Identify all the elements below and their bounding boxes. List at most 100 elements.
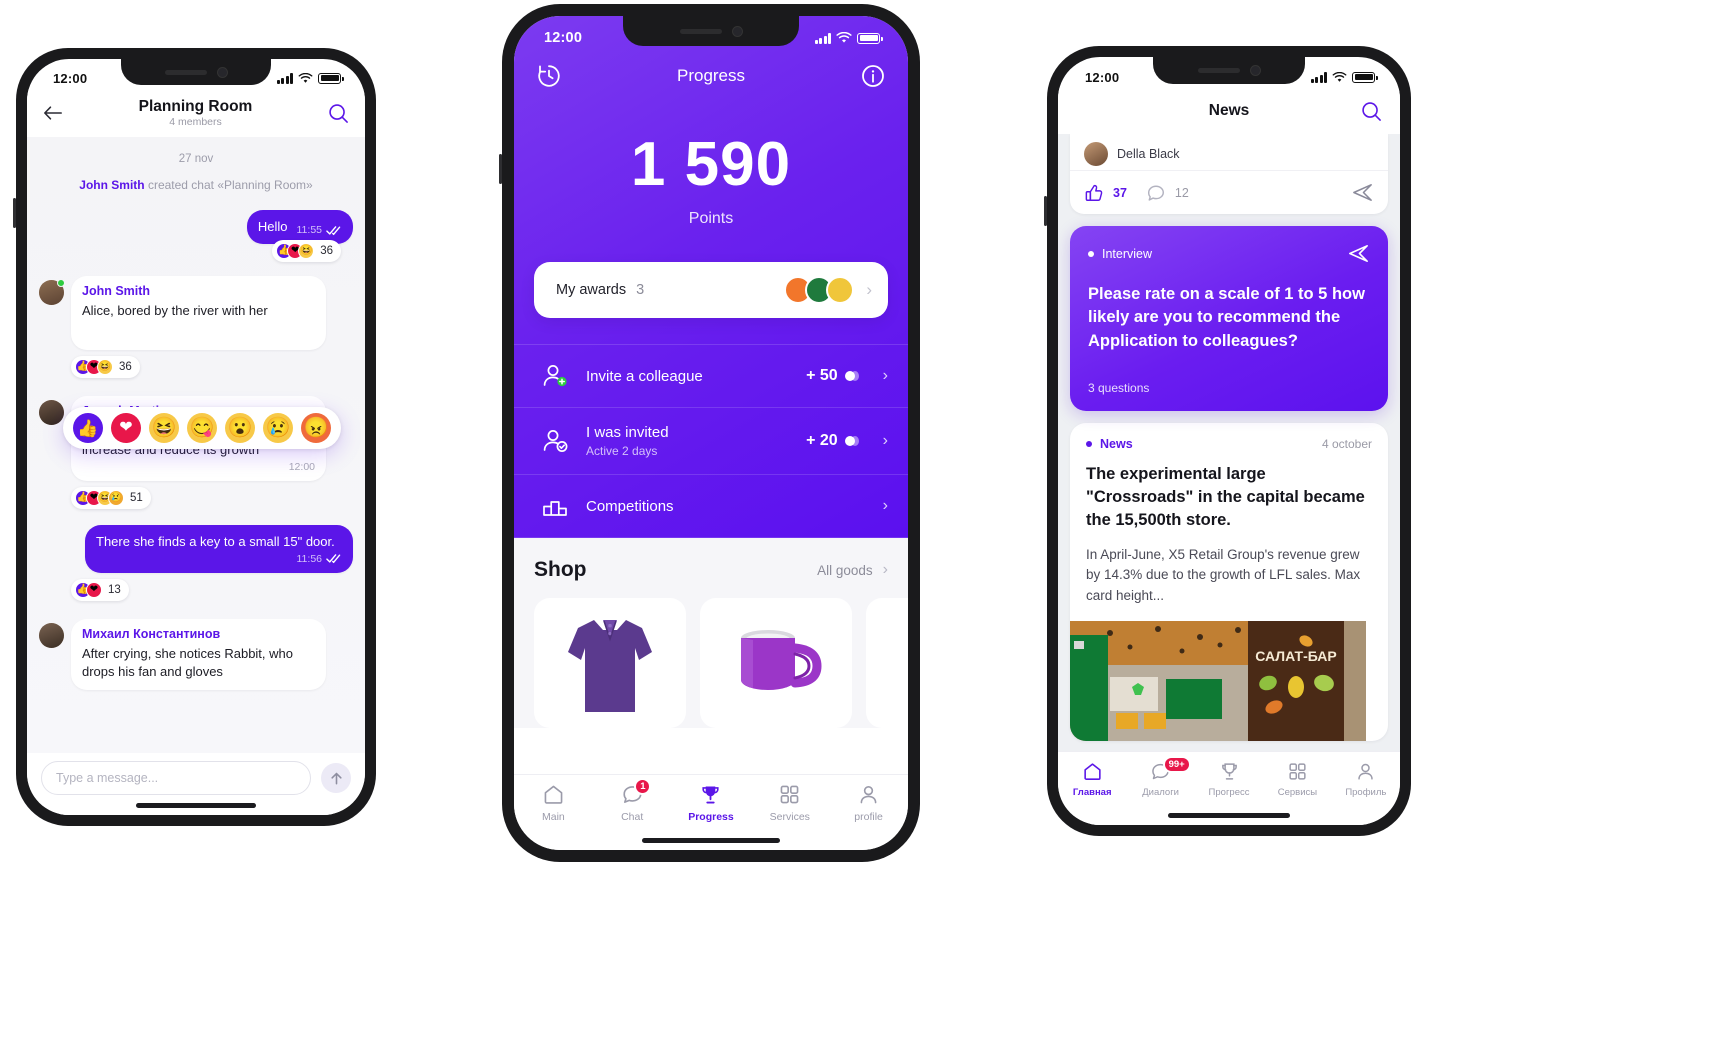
task-title: I was invited [586, 424, 669, 441]
task-invite-colleague[interactable]: Invite a colleague + 50 › [514, 344, 908, 407]
front-camera-icon [1249, 65, 1261, 76]
tab-home-ru[interactable]: Главная [1058, 761, 1126, 798]
tab-profile[interactable]: profile [829, 783, 908, 823]
comment-icon[interactable] [1146, 183, 1166, 203]
my-awards-card[interactable]: My awards 3 › [534, 262, 888, 318]
reaction-option-smile[interactable]: 😋 [187, 413, 217, 443]
survey-tag-dot-icon [1088, 250, 1094, 257]
task-title: Invite a colleague [586, 367, 703, 385]
tab-chat[interactable]: 1 Chat [593, 778, 672, 823]
tab-label: Сервисы [1277, 787, 1318, 798]
reaction-option-like[interactable]: 👍 [73, 413, 103, 443]
tab-services-ru[interactable]: Сервисы [1263, 761, 1331, 798]
chat-bubble-incoming[interactable]: Михаил Константинов After crying, she no… [71, 618, 326, 690]
earpiece-speaker [164, 69, 207, 75]
reaction-count: 13 [108, 583, 121, 596]
task-competitions[interactable]: Competitions › [514, 474, 908, 538]
thumbs-up-icon[interactable] [1084, 183, 1104, 203]
reaction-chip[interactable]: 👍 ❤ 13 [71, 578, 129, 601]
progress-navbar: Progress [514, 50, 908, 102]
reaction-option-wow[interactable]: 😮 [225, 413, 255, 443]
reaction-picker[interactable]: 👍 ❤ 😆 😋 😮 😢 😠 [63, 407, 341, 449]
search-icon [1362, 101, 1381, 121]
product-card-polo-shirt[interactable] [534, 598, 686, 728]
reaction-option-sad[interactable]: 😢 [263, 413, 293, 443]
phone3-notch [1153, 57, 1305, 84]
shop-title: Shop [534, 558, 587, 581]
task-points-value: + 20 [806, 432, 838, 449]
coin-icon [844, 371, 859, 381]
tab-progress[interactable]: Progress [672, 783, 751, 823]
chat-header: Planning Room 4 members [27, 89, 365, 137]
post-author-name: Della Black [1117, 147, 1180, 161]
phone3-screen: 12:00 News Della Black 37 12 Interview P… [1058, 57, 1400, 825]
survey-tag: Interview [1102, 246, 1153, 261]
send-message-button[interactable] [321, 763, 351, 793]
reaction-count: 36 [320, 245, 333, 258]
avatar[interactable] [1084, 142, 1108, 166]
message-input[interactable] [41, 761, 311, 795]
shop-all-goods-link[interactable]: All goods [817, 563, 873, 578]
product-card-partial[interactable] [866, 598, 908, 728]
wifi-icon [1332, 71, 1347, 82]
avatar[interactable] [39, 400, 64, 426]
survey-card[interactable]: Interview Please rate on a scale of 1 to… [1070, 226, 1388, 412]
chat-bubble-outgoing[interactable]: Hello 11:55 [246, 209, 353, 245]
news-article-card[interactable]: News 4 october The experimental large "C… [1070, 423, 1388, 742]
task-i-was-invited[interactable]: I was invited Active 2 days + 20 › [514, 407, 908, 474]
store-interior-photo: САЛАТ-БАР [1070, 621, 1366, 742]
reaction-option-angry[interactable]: 😠 [301, 413, 331, 443]
podium-icon [543, 501, 567, 516]
reaction-option-laugh[interactable]: 😆 [149, 413, 179, 443]
news-article-header: News 4 october [1086, 437, 1372, 451]
info-button[interactable] [860, 63, 886, 89]
message-meta: 11:56 [96, 553, 342, 565]
chat-search-button[interactable] [328, 103, 349, 124]
avatar-image [39, 622, 64, 648]
news-article-text: In April-June, X5 Retail Group's revenue… [1086, 546, 1361, 604]
reaction-chip[interactable]: 👍 ❤ 😆 😢 51 [71, 487, 151, 510]
chat-bubble-outgoing[interactable]: There she finds a key to a small 15" doo… [85, 525, 353, 573]
avatar[interactable] [39, 622, 64, 648]
survey-questions-count: 3 questions [1088, 381, 1150, 396]
tab-label: Progress [688, 811, 734, 823]
news-header: News [1058, 88, 1400, 134]
grid-icon [1289, 763, 1306, 780]
tab-dialogs-ru[interactable]: 99+ Диалоги [1126, 756, 1194, 798]
chat-title-block: Planning Room 4 members [63, 98, 328, 129]
reaction-chip[interactable]: 👍 ❤ 😆 36 [272, 240, 341, 263]
points-value: 1 590 [630, 130, 792, 199]
tab-profile-ru[interactable]: Профиль [1332, 761, 1400, 798]
clock-history-icon [538, 65, 560, 87]
tab-main[interactable]: Main [514, 783, 593, 823]
progress-task-list: Invite a colleague + 50 › I was invited … [514, 344, 908, 538]
reaction-row: 👍 ❤ 😆 36 [39, 240, 353, 272]
tab-services[interactable]: Services [750, 783, 829, 823]
product-card-mug[interactable] [700, 598, 852, 728]
send-icon[interactable] [1347, 242, 1370, 265]
tab-label: Профиль [1345, 787, 1387, 798]
tab-progress-ru[interactable]: Прогресс [1195, 761, 1263, 798]
chat-members-count: 4 members [169, 116, 222, 129]
news-search-button[interactable] [1361, 101, 1382, 122]
news-post-partial[interactable]: Della Black 37 12 [1070, 134, 1388, 214]
system-message-rest: created chat «Planning Room» [144, 178, 313, 192]
home-icon [544, 785, 563, 804]
reaction-chip[interactable]: 👍 ❤ 😆 36 [71, 356, 140, 379]
shop-header: Shop All goods › [534, 558, 888, 582]
avatar[interactable] [39, 279, 65, 306]
history-button[interactable] [536, 63, 562, 89]
avatar-image [39, 400, 64, 426]
chevron-right-icon: › [866, 280, 872, 299]
send-icon[interactable] [1351, 181, 1374, 204]
tab-label: Главная [1072, 787, 1112, 798]
system-message-actor: John Smith [79, 178, 145, 192]
message-time: 12:00 [288, 461, 315, 474]
news-feed[interactable]: Della Black 37 12 Interview Please rate … [1058, 134, 1400, 763]
chat-room-title: Planning Room [138, 97, 253, 115]
trophy-icon [702, 786, 720, 804]
chat-bubble-incoming[interactable]: John Smith Alice, bored by the river wit… [71, 276, 326, 351]
phone-news: 12:00 News Della Black 37 12 Interview P… [1044, 46, 1411, 836]
reaction-option-heart[interactable]: ❤ [111, 413, 141, 443]
back-button[interactable] [43, 105, 63, 121]
